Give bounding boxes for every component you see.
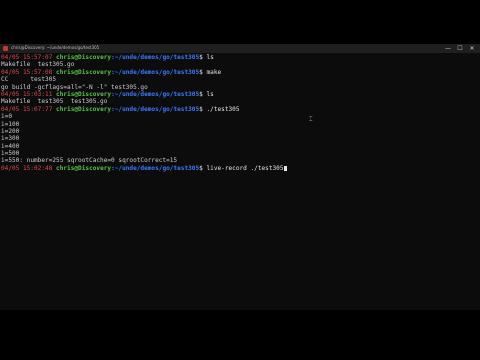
command-text: ls [202, 90, 214, 98]
output-line: i=200 [0, 128, 480, 135]
text-cursor [283, 165, 288, 171]
output-text: i=0 [1, 113, 13, 121]
prompt-path: :~/unde/demos/go/test305 [111, 68, 200, 76]
output-text: i=300 [1, 135, 20, 143]
prompt-user: chris@Discovery [56, 105, 112, 113]
prompt-user: chris@Discovery [56, 164, 112, 172]
output-line: i=0 [0, 113, 480, 120]
prompt-path: :~/unde/demos/go/test305 [111, 54, 200, 61]
output-line: i=500 [0, 150, 480, 157]
command-text: ls [202, 54, 214, 61]
prompt-path: :~/unde/demos/go/test305 [111, 164, 200, 172]
output-text: CC test305 [1, 76, 57, 84]
output-line: i=550: number=255 sqrootCache=0 sqrootCo… [0, 157, 480, 164]
prompt-path: :~/unde/demos/go/test305 [111, 105, 200, 113]
prompt-timestamp: 04/05 15:57:07 [1, 54, 53, 61]
prompt-user: chris@Discovery [56, 68, 112, 76]
prompt-timestamp: 04/05 15:02:48 [1, 164, 53, 172]
prompt-line: 04/05 15:02:48 chris@Discovery:~/unde/de… [0, 165, 480, 172]
maximize-icon[interactable]: ☐ [454, 44, 466, 53]
command-text: ./test305 [202, 105, 240, 113]
output-line: go build -gcflags=all="-N -l" test305.go [0, 84, 480, 91]
prompt-user: chris@Discovery [56, 54, 112, 61]
output-line: Makefile test305.go [0, 61, 480, 68]
prompt-path: :~/unde/demos/go/test305 [111, 90, 200, 98]
output-line: CC test305 [0, 76, 480, 83]
output-text: go build -gcflags=all="-N -l" test305.go [1, 83, 148, 91]
prompt-timestamp: 04/05 15:57:08 [1, 68, 53, 76]
title-bar[interactable]: chris@Discovery: ~/unde/demos/go/test305… [0, 44, 480, 53]
prompt-line: 04/05 15:57:07 chris@Discovery:~/unde/de… [0, 54, 480, 61]
command-text: live-record ./test305 [202, 164, 284, 172]
output-line: Makefile test305 test305.go [0, 98, 480, 105]
window-title: chris@Discovery: ~/unde/demos/go/test305 [11, 45, 100, 50]
prompt-line: 04/05 15:07:77 chris@Discovery:~/unde/de… [0, 106, 480, 113]
mouse-cursor-icon: ⌶ [309, 116, 313, 123]
output-text: i=100 [1, 120, 20, 128]
output-text: i=550: number=255 sqrootCache=0 sqrootCo… [1, 157, 178, 165]
output-line: i=100 [0, 121, 480, 128]
terminal-app-icon [3, 46, 8, 51]
output-text: i=500 [1, 150, 20, 158]
prompt-line: 04/05 15:57:08 chris@Discovery:~/unde/de… [0, 69, 480, 76]
output-text: i=200 [1, 127, 20, 135]
command-text: make [202, 68, 222, 76]
terminal-window: chris@Discovery: ~/unde/demos/go/test305… [0, 44, 480, 310]
minimize-icon[interactable]: — [442, 44, 454, 53]
prompt-timestamp: 04/05 15:03:11 [1, 90, 53, 98]
close-icon[interactable]: ✕ [466, 44, 478, 53]
prompt-timestamp: 04/05 15:07:77 [1, 105, 53, 113]
output-text: Makefile test305 test305.go [1, 98, 108, 106]
output-text: i=400 [1, 142, 20, 150]
terminal-output[interactable]: 04/05 15:57:07 chris@Discovery:~/unde/de… [0, 54, 480, 172]
prompt-user: chris@Discovery [56, 90, 112, 98]
output-text: Makefile test305.go [1, 61, 75, 69]
output-line: i=400 [0, 143, 480, 150]
prompt-line: 04/05 15:03:11 chris@Discovery:~/unde/de… [0, 91, 480, 98]
output-line: i=300 [0, 135, 480, 142]
